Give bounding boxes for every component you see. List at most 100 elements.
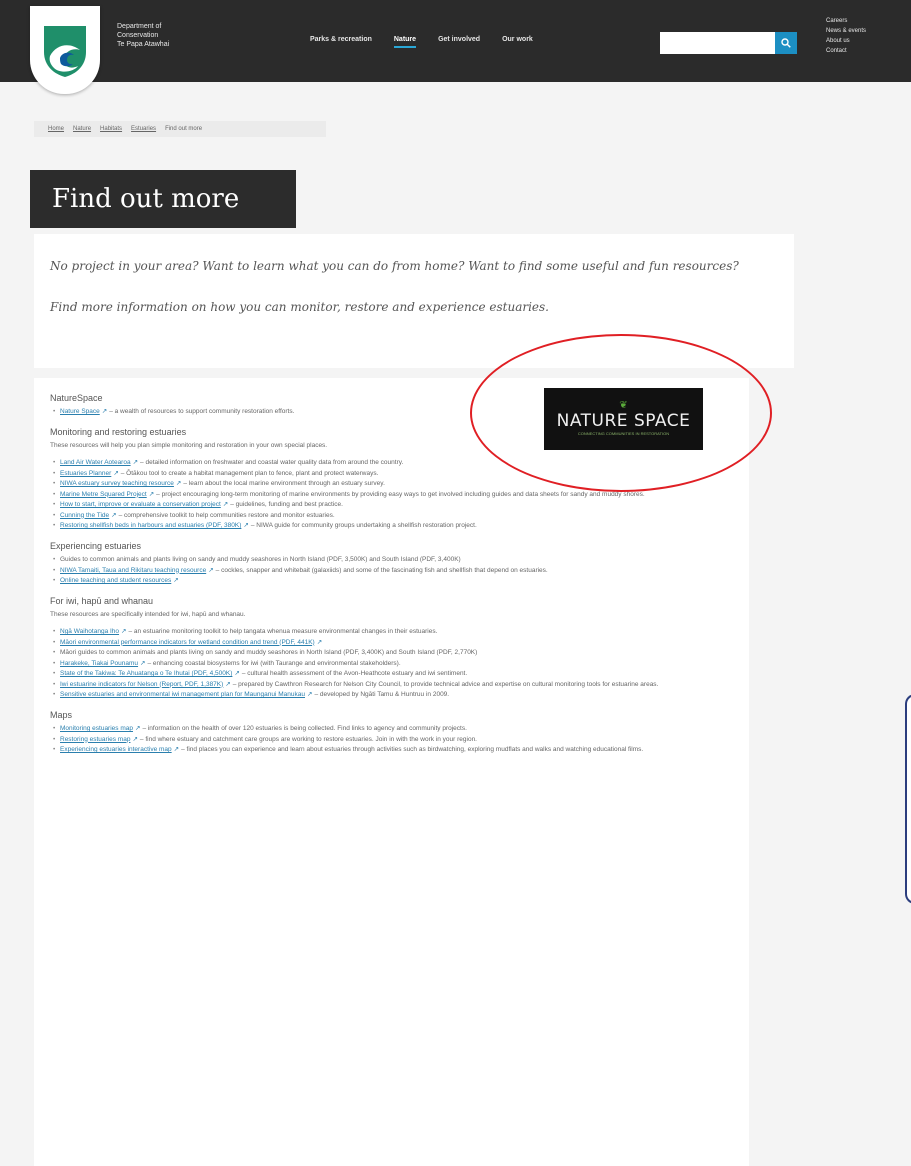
resource-link[interactable]: NIWA estuary survey teaching resource	[60, 480, 174, 487]
utility-link-news[interactable]: News & events	[826, 28, 866, 34]
external-link-icon: ↗	[101, 408, 108, 415]
external-link-icon: ↗	[113, 469, 119, 477]
doc-logo-icon	[44, 26, 86, 77]
resource-link[interactable]: Restoring estuaries map	[60, 736, 130, 743]
resource-link[interactable]: Harakeke, Tiakai Pounamu	[60, 660, 138, 667]
resource-link[interactable]: NIWA Tamaiti, Taua and Rikitaru teaching…	[60, 567, 206, 574]
external-link-icon: ↗	[175, 480, 182, 487]
nav-nature[interactable]: Nature	[393, 36, 417, 48]
section-heading: For iwi, hapū and whanau	[50, 596, 154, 606]
list-item: Experiencing estuaries interactive map↗–…	[53, 745, 733, 754]
resource-description: – a wealth of resources to support commu…	[109, 408, 295, 415]
list-item: Sensitive estuaries and environmental iw…	[53, 690, 733, 699]
breadcrumb: Home Nature Habitats Estuaries Find out …	[34, 121, 326, 137]
breadcrumb-habitats[interactable]: Habitats	[100, 126, 122, 132]
utility-nav: Careers News & events About us Contact	[826, 18, 866, 54]
external-link-icon: ↗	[173, 577, 179, 584]
list-item: Restoring shellfish beds in harbours and…	[53, 521, 733, 530]
utility-link-about[interactable]: About us	[826, 38, 866, 44]
resource-section: For iwi, hapū and whanau These resources …	[50, 595, 733, 699]
list-item: Māori environmental performance indicato…	[53, 638, 733, 647]
nav-parks-recreation[interactable]: Parks & recreation	[310, 36, 372, 48]
resource-list: NatureSpaceNature Space↗– a wealth of re…	[34, 378, 749, 1166]
external-link-icon: ↗	[243, 522, 249, 529]
resource-link[interactable]: Experiencing estuaries interactive map	[60, 746, 172, 753]
external-link-icon: ↗	[132, 735, 138, 743]
external-link-icon: ↗	[222, 501, 229, 508]
external-link-icon: ↗	[173, 746, 180, 753]
nav-get-involved[interactable]: Get involved	[438, 36, 480, 48]
list-item: NIWA Tamaiti, Taua and Rikitaru teaching…	[53, 566, 733, 575]
resource-link[interactable]: Nature Space	[60, 408, 100, 415]
resource-description: – learn about the local marine environme…	[183, 480, 385, 487]
search-input[interactable]	[660, 32, 775, 54]
list-item: State of the Takiwa: Te Ahuatanga o Te I…	[53, 669, 733, 678]
external-link-icon: ↗	[316, 638, 323, 646]
doc-logo[interactable]	[30, 6, 100, 94]
intro-paragraph: Find more information on how you can mon…	[50, 300, 549, 314]
resource-items: Monitoring estuaries map↗– information o…	[50, 724, 733, 754]
external-link-icon: ↗	[234, 670, 240, 677]
external-link-icon: ↗	[121, 628, 127, 635]
list-item: Restoring estuaries map↗– find where est…	[53, 735, 733, 744]
resource-description: – NIWA guide for community groups undert…	[250, 522, 477, 529]
org-name-line: Department of	[117, 23, 162, 30]
intro-paragraph: No project in your area? Want to learn w…	[50, 259, 739, 273]
resource-link[interactable]: State of the Takiwa: Te Ahuatanga o Te I…	[60, 670, 232, 677]
resource-link[interactable]: Marine Metre Squared Project	[60, 491, 147, 498]
resource-section: Experiencing estuaries Guides to common a…	[50, 540, 733, 585]
breadcrumb-home[interactable]: Home	[48, 126, 64, 132]
resource-link[interactable]: Estuaries Planner	[60, 470, 111, 477]
resource-link[interactable]: Māori environmental performance indicato…	[60, 639, 315, 646]
resource-link[interactable]: Land Air Water Aotearoa	[60, 459, 131, 466]
resource-description: – an estuarine monitoring toolkit to hel…	[128, 628, 438, 635]
external-link-icon: ↗	[111, 511, 117, 519]
list-item: Harakeke, Tiakai Pounamu↗– enhancing coa…	[53, 659, 733, 668]
resource-link[interactable]: Online teaching and student resources	[60, 577, 171, 584]
utility-link-careers[interactable]: Careers	[826, 18, 866, 24]
search-button[interactable]	[775, 32, 797, 54]
list-item: Ngā Waihotanga Iho↗– an estuarine monito…	[53, 627, 733, 636]
resource-link[interactable]: Monitoring estuaries map	[60, 725, 133, 732]
resource-description: – guidelines, funding and best practice.	[230, 501, 343, 508]
utility-link-contact[interactable]: Contact	[826, 48, 866, 54]
external-link-icon: ↗	[148, 490, 155, 498]
resource-description: – find where estuary and catchment care …	[139, 735, 477, 743]
resource-section: Maps Monitoring estuaries map↗– informati…	[50, 709, 733, 754]
resource-link[interactable]: Restoring shellfish beds in harbours and…	[60, 522, 241, 529]
breadcrumb-current: Find out more	[165, 126, 203, 132]
org-name-line: Te Papa Atawhai	[117, 41, 170, 48]
resource-description: – Ōtākou tool to create a habitat manage…	[120, 469, 379, 477]
list-item: How to start, improve or evaluate a cons…	[53, 500, 733, 509]
external-link-icon: ↗	[306, 691, 313, 698]
resource-description: – comprehensive toolkit to help communit…	[118, 511, 335, 519]
resource-link[interactable]: Cunning the Tide	[60, 512, 109, 519]
resource-link[interactable]: Sensitive estuaries and environmental iw…	[60, 691, 305, 698]
list-item: Cunning the Tide↗– comprehensive toolkit…	[53, 511, 733, 520]
resource-link[interactable]: Iwi estuarine indicators for Nelson (Rep…	[60, 681, 223, 688]
list-item: Māori guides to common animals and plant…	[53, 648, 733, 657]
page-title: Find out more	[30, 170, 296, 228]
external-link-icon: ↗	[208, 566, 214, 574]
section-heading: Maps	[50, 710, 73, 720]
resource-link[interactable]: How to start, improve or evaluate a cons…	[60, 501, 221, 508]
external-link-icon: ↗	[134, 725, 141, 732]
list-item: Iwi estuarine indicators for Nelson (Rep…	[53, 680, 733, 689]
breadcrumb-estuaries[interactable]: Estuaries	[131, 126, 156, 132]
resource-description: Māori guides to common animals and plant…	[60, 649, 478, 656]
resource-description: – cultural health assessment of the Avon…	[241, 670, 468, 677]
external-link-icon: ↗	[225, 680, 231, 688]
section-heading: Experiencing estuaries	[50, 541, 142, 551]
external-link-icon: ↗	[132, 459, 139, 466]
resource-description: – find places you can experience and lea…	[181, 746, 644, 753]
resource-description: – enhancing coastal biosystems for iwi (…	[147, 659, 401, 667]
search-icon	[781, 38, 791, 48]
org-name: Department of Conservation Te Papa Atawh…	[117, 22, 227, 49]
resource-description: – project encouraging long-term monitori…	[156, 490, 645, 498]
breadcrumb-nature[interactable]: Nature	[73, 126, 91, 132]
list-item: Monitoring estuaries map↗– information o…	[53, 724, 733, 733]
feedback-tab[interactable]	[905, 694, 911, 904]
section-lead: These resources are specifically intende…	[50, 611, 246, 618]
resource-link[interactable]: Ngā Waihotanga Iho	[60, 628, 119, 635]
nav-our-work[interactable]: Our work	[502, 36, 533, 48]
